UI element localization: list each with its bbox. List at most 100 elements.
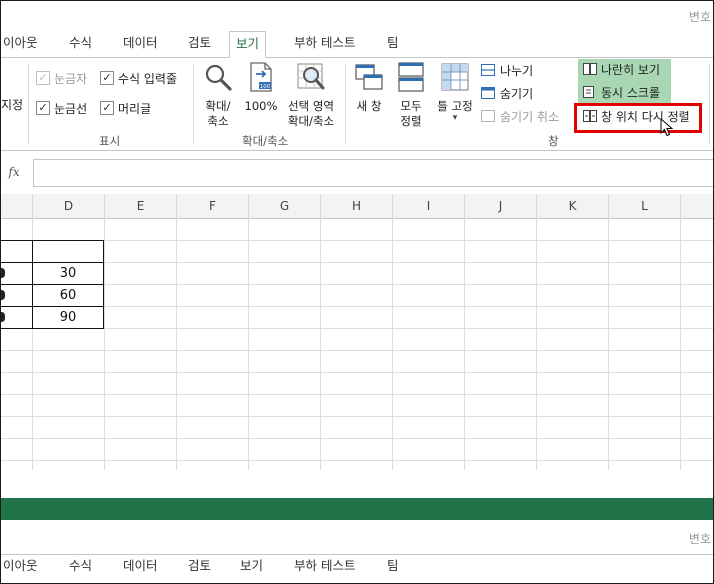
- hide-icon: [481, 87, 495, 99]
- magnifier-icon: [205, 64, 232, 91]
- column-header-k[interactable]: K: [537, 194, 609, 218]
- column-line: [176, 218, 177, 470]
- freeze-panes-button[interactable]: 틀 고정 ▾: [433, 62, 477, 123]
- lower-tab-page-layout[interactable]: 이아웃: [1, 554, 44, 580]
- headings-label: 머리글: [118, 102, 152, 116]
- row-line: [1, 240, 713, 241]
- group-label-window: 창: [548, 134, 559, 148]
- split-button[interactable]: 나누기: [500, 62, 533, 79]
- column-line: [464, 218, 465, 470]
- cell-d3[interactable]: 60: [32, 284, 104, 307]
- lower-tab-review[interactable]: 검토: [182, 554, 217, 580]
- zoom-to-selection-button[interactable]: 선택 영역 확대/축소: [283, 62, 339, 129]
- column-header-partial[interactable]: [1, 194, 33, 218]
- unhide-icon: [481, 110, 495, 122]
- clipped-cell-content: [1, 268, 5, 278]
- tab-review[interactable]: 검토: [182, 31, 217, 57]
- formula-input[interactable]: [33, 159, 713, 187]
- cell-value: 90: [59, 310, 77, 325]
- split-icon: [481, 64, 495, 76]
- lower-ribbon-tabs: 이아웃 수식 데이터 검토 보기 부하 테스트 팀: [1, 554, 713, 580]
- column-header-d[interactable]: D: [33, 194, 105, 218]
- column-header-j[interactable]: J: [465, 194, 537, 218]
- ribbon: 지정 ✓ 눈금자 ✓ 수식 입력줄 ✓ 눈금선 ✓ 머리글 표시 확대/ 축소: [1, 57, 713, 151]
- reset-window-position-icon: [583, 110, 597, 122]
- column-header-m-partial[interactable]: [681, 194, 713, 218]
- tab-view[interactable]: 보기: [229, 31, 267, 58]
- column-line: [320, 218, 321, 470]
- zoom-100-button[interactable]: 100 100%: [242, 62, 280, 114]
- row-line: [1, 306, 713, 307]
- row-line: [1, 394, 713, 395]
- partial-ribbon-label: 지정: [1, 98, 24, 112]
- freeze-panes-dropdown-icon: ▾: [452, 113, 458, 123]
- tab-formulas[interactable]: 수식: [63, 31, 98, 57]
- mouse-cursor-icon: [660, 118, 673, 137]
- new-window-label: 새 창: [356, 99, 382, 113]
- clipped-cell-content: [1, 290, 5, 300]
- formula-bar: fx: [1, 157, 713, 187]
- column-header-g[interactable]: G: [249, 194, 321, 218]
- view-side-by-side-button[interactable]: 나란히 보기: [601, 61, 660, 78]
- group-label-show: 표시: [99, 134, 121, 148]
- new-window-button[interactable]: 새 창: [351, 62, 387, 114]
- zoom-100-icon: 100: [250, 62, 272, 92]
- group-separator: [345, 64, 346, 144]
- row-line: [1, 350, 713, 351]
- title-bar: 변호: [1, 1, 713, 31]
- formula-bar-label: 수식 입력줄: [118, 72, 178, 86]
- partial-cell-border: [1, 240, 32, 241]
- column-header-l[interactable]: L: [609, 194, 681, 218]
- headings-checkbox[interactable]: ✓: [100, 101, 114, 115]
- worksheet-grid: D E F G H I J K L 30 60 90: [1, 194, 713, 470]
- group-separator: [28, 64, 29, 144]
- lower-window-title: 변호: [688, 532, 711, 546]
- window-title: 변호: [688, 10, 711, 24]
- new-window-icon: [355, 64, 383, 90]
- clipped-cell-content: [1, 312, 5, 322]
- column-header-h[interactable]: H: [321, 194, 393, 218]
- cell-d2[interactable]: 30: [32, 262, 104, 285]
- group-label-zoom: 확대/축소: [242, 134, 289, 148]
- synchronous-scrolling-button[interactable]: 동시 스크롤: [601, 84, 660, 101]
- lower-tab-load-test[interactable]: 부하 테스트: [288, 554, 361, 580]
- row-line: [1, 416, 713, 417]
- formula-bar-checkbox[interactable]: ✓: [100, 71, 114, 85]
- partial-cell-border: [1, 306, 32, 307]
- cell-d4[interactable]: 90: [32, 306, 104, 329]
- group-separator: [709, 64, 710, 144]
- freeze-panes-label: 틀 고정: [437, 99, 473, 113]
- column-header-f[interactable]: F: [177, 194, 249, 218]
- lower-tab-view[interactable]: 보기: [234, 554, 269, 580]
- row-line: [1, 262, 713, 263]
- column-header-e[interactable]: E: [105, 194, 177, 218]
- unhide-button[interactable]: 숨기기 취소: [500, 108, 559, 125]
- column-line: [104, 218, 105, 470]
- tab-load-test[interactable]: 부하 테스트: [288, 31, 361, 57]
- tab-team[interactable]: 팀: [381, 31, 405, 57]
- cell-d1[interactable]: [32, 240, 104, 263]
- group-separator: [193, 64, 194, 144]
- hide-button[interactable]: 숨기기: [500, 85, 533, 102]
- arrange-all-label: 모두 정렬: [400, 99, 422, 128]
- lower-tab-formulas[interactable]: 수식: [63, 554, 98, 580]
- column-line: [608, 218, 609, 470]
- reset-window-position-button[interactable]: 창 위치 다시 정렬: [601, 108, 690, 125]
- ruler-checkbox[interactable]: ✓: [36, 71, 50, 85]
- row-line: [1, 438, 713, 439]
- column-headers: D E F G H I J K L: [1, 194, 713, 219]
- ruler-label: 눈금자: [54, 72, 88, 86]
- zoom-selection-icon: [297, 63, 325, 90]
- arrange-all-button[interactable]: 모두 정렬: [394, 62, 428, 129]
- column-line: [536, 218, 537, 470]
- view-side-by-side-icon: [583, 63, 597, 75]
- gridlines-checkbox[interactable]: ✓: [36, 101, 50, 115]
- gridlines-label: 눈금선: [54, 102, 88, 116]
- insert-function-button[interactable]: fx: [1, 159, 27, 185]
- zoom-button[interactable]: 확대/ 축소: [198, 62, 238, 129]
- lower-tab-data[interactable]: 데이터: [117, 554, 164, 580]
- tab-data[interactable]: 데이터: [117, 31, 164, 57]
- tab-page-layout[interactable]: 이아웃: [1, 31, 44, 57]
- lower-tab-team[interactable]: 팀: [381, 554, 405, 580]
- column-header-i[interactable]: I: [393, 194, 465, 218]
